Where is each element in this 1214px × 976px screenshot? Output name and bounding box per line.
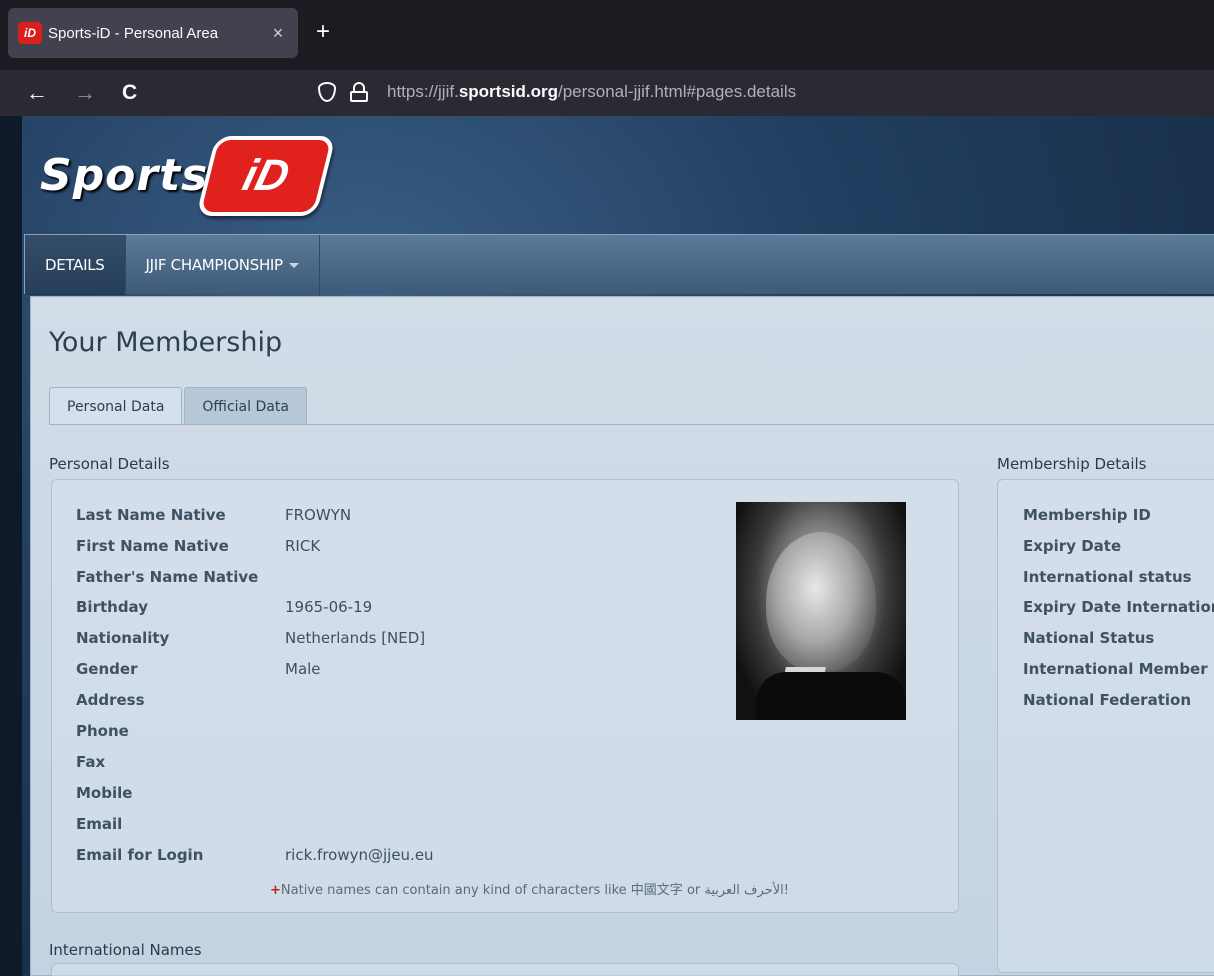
field-value: 1965-06-19 (285, 598, 373, 616)
field-label: Fax (76, 753, 106, 771)
personal-details-title: Personal Details (49, 455, 170, 473)
native-names-note: +Native names can contain any kind of ch… (270, 879, 789, 898)
tab-title: Sports-iD - Personal Area (48, 24, 219, 42)
international-names-panel (51, 963, 959, 976)
forward-arrow-icon[interactable]: → (74, 78, 96, 108)
menu-item-details[interactable]: DETAILS (25, 235, 126, 295)
browser-tab[interactable]: iD Sports-iD - Personal Area × (8, 8, 298, 58)
field-value: rick.frowyn@jjeu.eu (285, 846, 434, 864)
url-prefix: https://jjif. (387, 82, 459, 101)
url-path: /personal-jjif.html#pages.details (557, 82, 797, 101)
page-viewport: Sports iD DETAILS JJIF CHAMPIONSHIP Your… (0, 116, 1214, 976)
browser-navbar: ← → C https://jjif.sportsid.org/personal… (0, 70, 1214, 116)
menu-item-label: JJIF CHAMPIONSHIP (145, 256, 284, 274)
menu-item-jjif-championship[interactable]: JJIF CHAMPIONSHIP (126, 235, 320, 295)
field-label: Membership ID (1023, 506, 1151, 524)
field-label: Father's Name Native (76, 568, 259, 586)
field-value: FROWYN (285, 506, 352, 524)
field-label: International Member (1023, 660, 1208, 678)
reload-icon[interactable]: C (122, 78, 137, 108)
membership-tabs: Personal Data Official Data (49, 387, 309, 425)
member-photo (736, 502, 906, 720)
back-arrow-icon[interactable]: ← (26, 78, 48, 108)
field-label: National Federation (1023, 691, 1191, 709)
membership-details-title: Membership Details (997, 455, 1147, 473)
field-label: National Status (1023, 629, 1155, 647)
tab-official-data[interactable]: Official Data (184, 387, 307, 425)
address-bar[interactable]: https://jjif.sportsid.org/personal-jjif.… (387, 82, 796, 102)
logo-text: Sports (40, 150, 209, 201)
field-label: Last Name Native (76, 506, 226, 524)
field-label: Email (76, 815, 123, 833)
field-label: Email for Login (76, 846, 204, 864)
field-label: International status (1023, 568, 1192, 586)
field-label: Gender (76, 660, 138, 678)
field-label: Expiry Date International (1023, 598, 1214, 616)
lock-icon[interactable] (350, 82, 368, 102)
required-plus-mark: + (270, 883, 281, 898)
field-value: Netherlands [NED] (285, 629, 426, 647)
sportsid-favicon-icon: iD (18, 22, 42, 44)
field-label: Address (76, 691, 145, 709)
main-menu: DETAILS JJIF CHAMPIONSHIP (24, 234, 1214, 295)
url-domain: sportsid.org (458, 82, 558, 101)
field-label: Expiry Date (1023, 537, 1122, 555)
page-title: Your Membership (49, 327, 283, 358)
browser-tabstrip: iD Sports-iD - Personal Area × + (0, 0, 1214, 70)
field-label: Mobile (76, 784, 133, 802)
native-names-note-text: Native names can contain any kind of cha… (280, 883, 789, 898)
field-label: Phone (76, 722, 129, 740)
tab-personal-data[interactable]: Personal Data (49, 387, 183, 425)
field-value: Male (285, 660, 321, 678)
caret-down-icon (288, 262, 299, 268)
field-value: RICK (285, 537, 321, 555)
tracking-protection-shield-icon[interactable] (318, 82, 336, 102)
close-tab-icon[interactable]: × (268, 23, 288, 44)
new-tab-icon[interactable]: + (316, 20, 330, 44)
field-label: Birthday (76, 598, 148, 616)
field-label: First Name Native (76, 537, 229, 555)
logo-badge: iD (196, 136, 336, 216)
international-names-title: International Names (49, 941, 202, 959)
field-label: Nationality (76, 629, 170, 647)
